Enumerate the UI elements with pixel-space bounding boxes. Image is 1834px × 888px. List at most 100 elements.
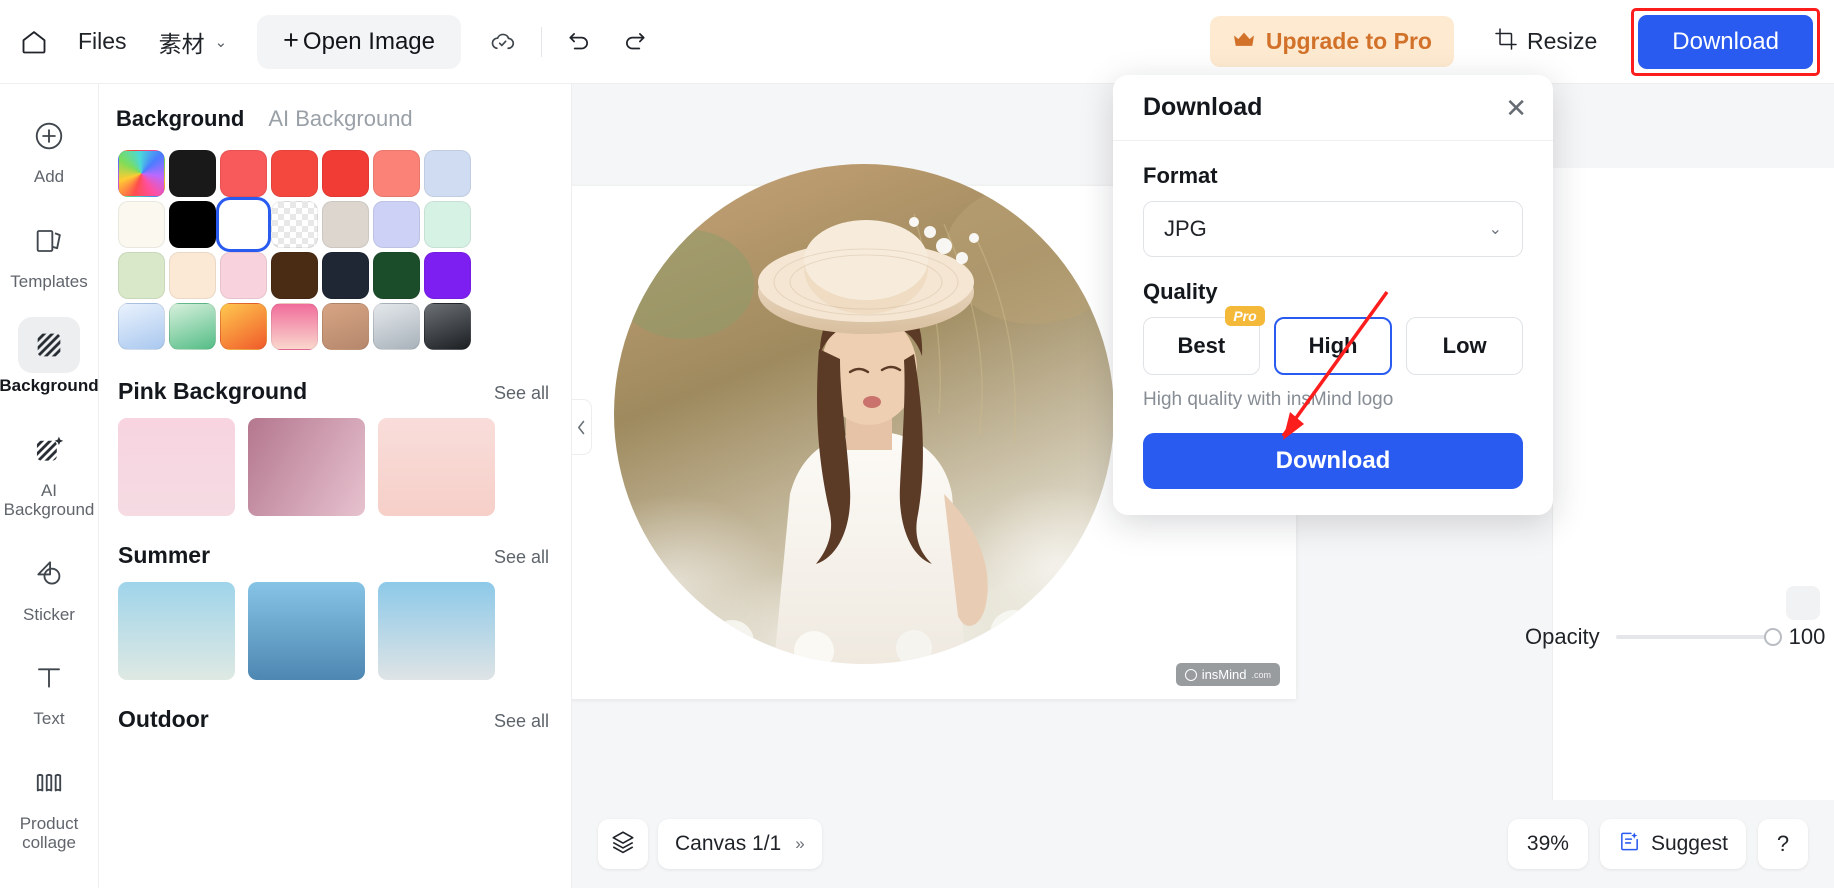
swatch-cell: [216, 197, 271, 252]
section-header: Pink Background See all: [99, 352, 571, 418]
swatch-near-black[interactable]: [169, 150, 216, 197]
templates-icon: [18, 213, 80, 269]
open-image-label: Open Image: [302, 27, 436, 55]
undo-icon[interactable]: [556, 19, 602, 65]
swatch-cell: [167, 250, 218, 301]
ai-background-icon: [18, 422, 80, 478]
quality-option-high[interactable]: High: [1273, 317, 1393, 375]
home-icon[interactable]: [6, 14, 62, 70]
sidebar-item-add[interactable]: Add: [6, 102, 92, 191]
pink-curtain-thumb[interactable]: [248, 418, 365, 516]
tab-ai-background[interactable]: AI Background: [268, 106, 412, 132]
swatch-cell: [167, 199, 218, 250]
help-button[interactable]: ?: [1758, 819, 1808, 869]
swatch-warm-grey[interactable]: [322, 201, 369, 248]
sidebar-item-sticker[interactable]: Sticker: [6, 540, 92, 629]
swatch-rainbow-picker[interactable]: [118, 150, 165, 197]
quality-option-best[interactable]: Best Pro: [1143, 306, 1265, 375]
swatch-cell: [116, 148, 167, 199]
download-button[interactable]: Download: [1638, 14, 1813, 69]
swatch-red-dotted[interactable]: [271, 150, 318, 197]
opacity-slider-knob[interactable]: [1763, 628, 1782, 646]
format-select[interactable]: JPG ⌄: [1143, 201, 1523, 257]
opacity-slider[interactable]: [1615, 628, 1782, 646]
quality-note: High quality with insMind logo: [1143, 389, 1394, 410]
files-menu[interactable]: Files: [62, 18, 143, 65]
swatch-mint[interactable]: [424, 201, 471, 248]
sidebar-item-ai-background[interactable]: AI Background: [4, 416, 94, 524]
swatch-green-gradient[interactable]: [169, 303, 216, 350]
swatch-coral-red[interactable]: [220, 150, 267, 197]
swatch-pale-pink[interactable]: [220, 252, 267, 299]
swatch-black[interactable]: [169, 201, 216, 248]
swatch-dark-gradient[interactable]: [424, 303, 471, 350]
plus-icon: +: [283, 25, 299, 55]
panel-collapse-toggle[interactable]: [572, 399, 592, 455]
swatch-silver-gradient[interactable]: [373, 303, 420, 350]
ocean-thumb[interactable]: [248, 582, 365, 680]
sidebar-item-background[interactable]: Background: [0, 311, 99, 400]
subject-photo[interactable]: [614, 164, 1114, 664]
swatch-white[interactable]: [216, 197, 271, 252]
see-all-link[interactable]: See all: [494, 547, 549, 568]
opacity-control: Opacity 100: [1525, 624, 1834, 650]
sidebar-item-text[interactable]: Text: [6, 644, 92, 733]
swatch-ivory[interactable]: [118, 201, 165, 248]
swatch-cell: [218, 301, 269, 352]
canvas-page-label: Canvas 1/1: [675, 832, 782, 855]
opacity-value: 100: [1788, 624, 1826, 649]
product-collage-icon: [18, 755, 80, 811]
quality-option-low[interactable]: Low: [1406, 317, 1524, 375]
see-all-link[interactable]: See all: [494, 383, 549, 404]
swatch-cream[interactable]: [169, 252, 216, 299]
pink-blossom-thumb[interactable]: [118, 418, 235, 516]
sidebar-item-templates[interactable]: Templates: [6, 207, 92, 296]
suggest-button[interactable]: Suggest: [1599, 819, 1746, 869]
swatch-periwinkle-dotted[interactable]: [373, 201, 420, 248]
layers-button[interactable]: [598, 819, 648, 869]
swatch-dark-brown[interactable]: [271, 252, 318, 299]
resize-button[interactable]: Resize: [1476, 15, 1615, 69]
swatch-orange-gradient[interactable]: [220, 303, 267, 350]
swatch-navy-charcoal[interactable]: [322, 252, 369, 299]
tab-background[interactable]: Background: [116, 106, 244, 132]
swatch-cell: [422, 199, 473, 250]
swatch-pale-green[interactable]: [118, 252, 165, 299]
crop-icon: [1494, 27, 1518, 57]
insmind-editor-window: Files 素材 ⌄ + Open Image Upgrade to Pro R…: [0, 0, 1834, 888]
swatch-cell: [422, 301, 473, 352]
sidebar-item-product-collage[interactable]: Product collage: [6, 749, 92, 857]
swatch-cell: [269, 250, 320, 301]
swatch-tan-gradient[interactable]: [322, 303, 369, 350]
upgrade-to-pro-button[interactable]: Upgrade to Pro: [1209, 16, 1454, 67]
dialog-download-button[interactable]: Download: [1143, 433, 1523, 489]
cloud-sync-icon[interactable]: [477, 17, 527, 67]
canvas-page-selector[interactable]: Canvas 1/1 »: [658, 819, 822, 869]
pink-tulip-thumb[interactable]: [378, 418, 495, 516]
section-header: Summer See all: [99, 516, 571, 582]
blue-sky-wall-thumb[interactable]: [378, 582, 495, 680]
swatch-forest-green[interactable]: [373, 252, 420, 299]
swatch-cell: [422, 148, 473, 199]
open-image-button[interactable]: + Open Image: [257, 14, 462, 69]
quality-option-group: Best Pro High Low: [1143, 306, 1524, 375]
palm-beach-thumb[interactable]: [118, 582, 235, 680]
swatch-pink-gradient[interactable]: [271, 303, 318, 350]
canvas-bottom-right: 39% Suggest ?: [1507, 819, 1808, 869]
swatch-transparent[interactable]: [271, 201, 318, 248]
close-icon[interactable]: ✕: [1505, 95, 1527, 121]
section-title: Summer: [118, 542, 211, 568]
swatch-bright-red[interactable]: [322, 150, 369, 197]
properties-mini-button[interactable]: [1786, 586, 1820, 620]
swatch-cell: [269, 148, 320, 199]
sidebar-item-label: Sticker: [23, 604, 75, 624]
swatch-violet[interactable]: [424, 252, 471, 299]
redo-icon[interactable]: [612, 19, 658, 65]
swatch-pale-blue[interactable]: [424, 150, 471, 197]
swatch-cell: [116, 199, 167, 250]
swatch-blue-gradient[interactable]: [118, 303, 165, 350]
see-all-link[interactable]: See all: [494, 711, 549, 732]
zoom-level[interactable]: 39%: [1507, 819, 1588, 869]
assets-menu[interactable]: 素材 ⌄: [143, 15, 244, 69]
swatch-salmon[interactable]: [373, 150, 420, 197]
